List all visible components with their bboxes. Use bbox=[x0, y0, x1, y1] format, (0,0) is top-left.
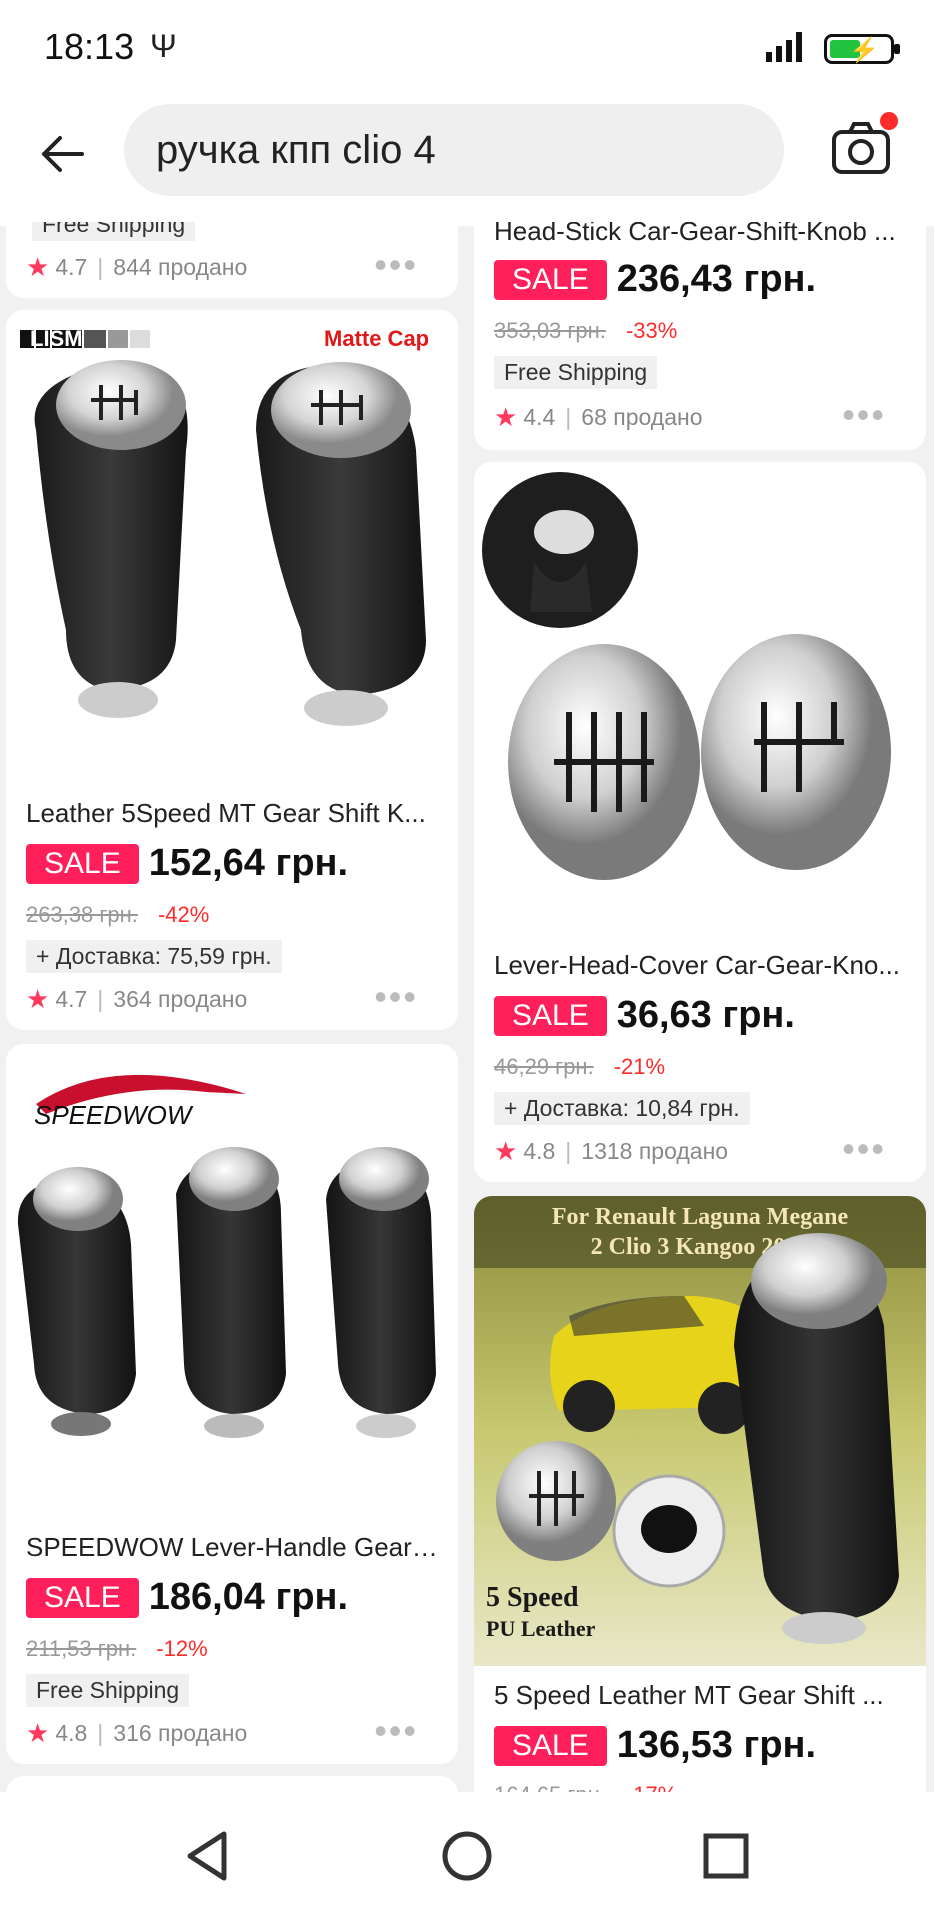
shipping-tag: + Доставка: 75,59 грн. bbox=[26, 940, 282, 973]
discount: -12% bbox=[156, 1636, 208, 1661]
product-card[interactable]: Head-Stick Car-Gear-Shift-Knob ... SALE … bbox=[474, 222, 926, 450]
old-price: 164,65 грн. bbox=[494, 1782, 606, 1792]
rating-row: ★ 4.7 | 364 продано ••• bbox=[26, 976, 418, 1017]
product-image bbox=[474, 462, 926, 932]
rating-row: ★ 4.4 | 68 продано ••• bbox=[494, 394, 886, 435]
old-price: 46,29 грн. bbox=[494, 1054, 594, 1079]
product-title: Head-Stick Car-Gear-Shift-Knob ... bbox=[494, 222, 896, 246]
old-price-row: 211,53 грн. -12% bbox=[26, 1636, 208, 1662]
product-image: SPEEDWOW bbox=[6, 1044, 458, 1514]
more-options-button[interactable]: ••• bbox=[842, 1128, 886, 1170]
search-query: ручка кпп clio 4 bbox=[156, 127, 436, 172]
discount: -42% bbox=[157, 902, 210, 927]
star-icon: ★ bbox=[26, 984, 50, 1014]
product-price: 186,04 грн. bbox=[148, 1576, 349, 1618]
rating-value: 4.7 bbox=[55, 254, 88, 280]
product-price: 152,64 грн. bbox=[148, 842, 349, 884]
shipping-tag: + Доставка: 10,84 грн. bbox=[494, 1092, 750, 1125]
product-card[interactable]: Lever-Head-Cover Car-Gear-Kno... SALE 36… bbox=[474, 462, 926, 1182]
discount: -33% bbox=[625, 318, 678, 343]
product-title: Lever-Head-Cover Car-Gear-Kno... bbox=[494, 950, 901, 980]
product-title: 5 Speed Leather MT Gear Shift ... bbox=[494, 1680, 884, 1710]
star-icon: ★ bbox=[26, 252, 50, 282]
shipping-tag: Free Shipping bbox=[494, 356, 658, 389]
rating-row: ★ 4.8 | 1318 продано ••• bbox=[494, 1128, 886, 1169]
price-row: SALE 36,63 грн. bbox=[494, 994, 795, 1037]
nav-back-icon[interactable] bbox=[176, 1824, 240, 1888]
banner-line-1: For Renault Laguna Megane bbox=[552, 1204, 849, 1230]
old-price-row: 263,38 грн. -42% bbox=[26, 902, 209, 928]
product-price: 36,63 грн. bbox=[616, 994, 795, 1036]
sale-badge: SALE bbox=[494, 259, 607, 300]
old-price-row: 164,65 грн. -17% bbox=[494, 1782, 677, 1792]
speedwow-logo: SPEEDWOW bbox=[34, 1100, 194, 1130]
sale-badge: SALE bbox=[26, 1577, 139, 1618]
more-options-button[interactable]: ••• bbox=[374, 976, 418, 1018]
sold-count: 844 продано bbox=[113, 254, 248, 280]
sale-badge: SALE bbox=[494, 995, 607, 1036]
product-image: For Renault Laguna Megane 2 Clio 3 Kango… bbox=[474, 1196, 926, 1666]
search-header: ручка кпп clio 4 bbox=[0, 96, 934, 226]
rating-value: 4.4 bbox=[523, 404, 556, 430]
arrow-left-icon bbox=[42, 136, 84, 172]
star-icon: ★ bbox=[26, 1718, 50, 1748]
price-row: SALE 152,64 грн. bbox=[26, 842, 348, 885]
product-grid: Free Shipping ★ 4.7 | 844 продано ••• He… bbox=[0, 222, 934, 1792]
product-price: 236,43 грн. bbox=[616, 258, 817, 300]
camera-search-button[interactable] bbox=[828, 112, 898, 182]
product-card[interactable]: Free Shipping ★ 4.7 | 844 продано ••• bbox=[6, 222, 458, 298]
sold-count: 364 продано bbox=[113, 986, 248, 1012]
more-options-button[interactable]: ••• bbox=[374, 1710, 418, 1752]
battery-icon: ⚡ bbox=[824, 34, 900, 64]
product-price: 136,53 грн. bbox=[616, 1724, 817, 1766]
old-price-row: 46,29 грн. -21% bbox=[494, 1054, 665, 1080]
brand-logo: LISM bbox=[30, 326, 83, 351]
clock: 18:13 bbox=[44, 26, 135, 67]
shipping-tag: Free Shipping bbox=[26, 1674, 190, 1707]
sold-count: 316 продано bbox=[113, 1720, 248, 1746]
product-card[interactable]: For Renault Laguna Megane 2 Clio 3 Kango… bbox=[474, 1196, 926, 1792]
star-icon: ★ bbox=[494, 402, 518, 432]
old-price: 353,03 грн. bbox=[494, 318, 606, 343]
sale-badge: SALE bbox=[26, 843, 139, 884]
more-options-button[interactable]: ••• bbox=[842, 394, 886, 436]
nav-home-icon[interactable] bbox=[435, 1824, 499, 1888]
product-card[interactable]: SPEEDWOW SPEEDWOW Lever-Handle Gear-... … bbox=[6, 1044, 458, 1764]
rating-value: 4.7 bbox=[55, 986, 88, 1012]
speed-label: 5 Speed bbox=[486, 1582, 579, 1613]
sold-count: 1318 продано bbox=[581, 1138, 729, 1164]
old-price: 263,38 грн. bbox=[26, 902, 138, 927]
star-icon: ★ bbox=[494, 1136, 518, 1166]
discount: -21% bbox=[613, 1054, 666, 1079]
signal-icon bbox=[766, 32, 802, 62]
back-button[interactable] bbox=[30, 122, 94, 186]
sold-count: 68 продано bbox=[581, 404, 703, 430]
product-card[interactable]: LISM Matte Cap Leather 5Speed MT Gear Sh… bbox=[6, 310, 458, 1030]
product-title: Leather 5Speed MT Gear Shift K... bbox=[26, 798, 426, 828]
price-row: SALE 136,53 грн. bbox=[494, 1724, 816, 1767]
price-row: SALE 236,43 грн. bbox=[494, 258, 816, 301]
shipping-tag: Free Shipping bbox=[32, 222, 196, 241]
nav-recents-icon[interactable] bbox=[694, 1824, 758, 1888]
more-options-button[interactable]: ••• bbox=[374, 244, 418, 286]
system-nav-bar bbox=[0, 1792, 934, 1920]
sale-badge: SALE bbox=[494, 1725, 607, 1766]
old-price: 211,53 грн. bbox=[26, 1636, 137, 1661]
material-label: PU Leather bbox=[486, 1616, 596, 1641]
old-price-row: 353,03 грн. -33% bbox=[494, 318, 677, 344]
product-image: LISM Matte Cap bbox=[6, 310, 458, 780]
rating-row: ★ 4.8 | 316 продано ••• bbox=[26, 1710, 418, 1751]
rating-row: ★ 4.7 | 844 продано ••• bbox=[26, 244, 418, 285]
status-bar: 18:13 Ψ ⚡ bbox=[0, 0, 934, 96]
search-input[interactable]: ручка кпп clio 4 bbox=[124, 104, 784, 196]
notification-dot bbox=[880, 112, 898, 130]
rating-value: 4.8 bbox=[523, 1138, 556, 1164]
usb-icon: Ψ bbox=[150, 28, 177, 64]
price-row: SALE 186,04 грн. bbox=[26, 1576, 348, 1619]
matte-cap-label: Matte Cap bbox=[324, 326, 429, 351]
rating-value: 4.8 bbox=[55, 1720, 88, 1746]
product-title: SPEEDWOW Lever-Handle Gear-... bbox=[26, 1532, 438, 1562]
discount: -17% bbox=[626, 1782, 677, 1792]
product-card[interactable] bbox=[6, 1776, 458, 1792]
